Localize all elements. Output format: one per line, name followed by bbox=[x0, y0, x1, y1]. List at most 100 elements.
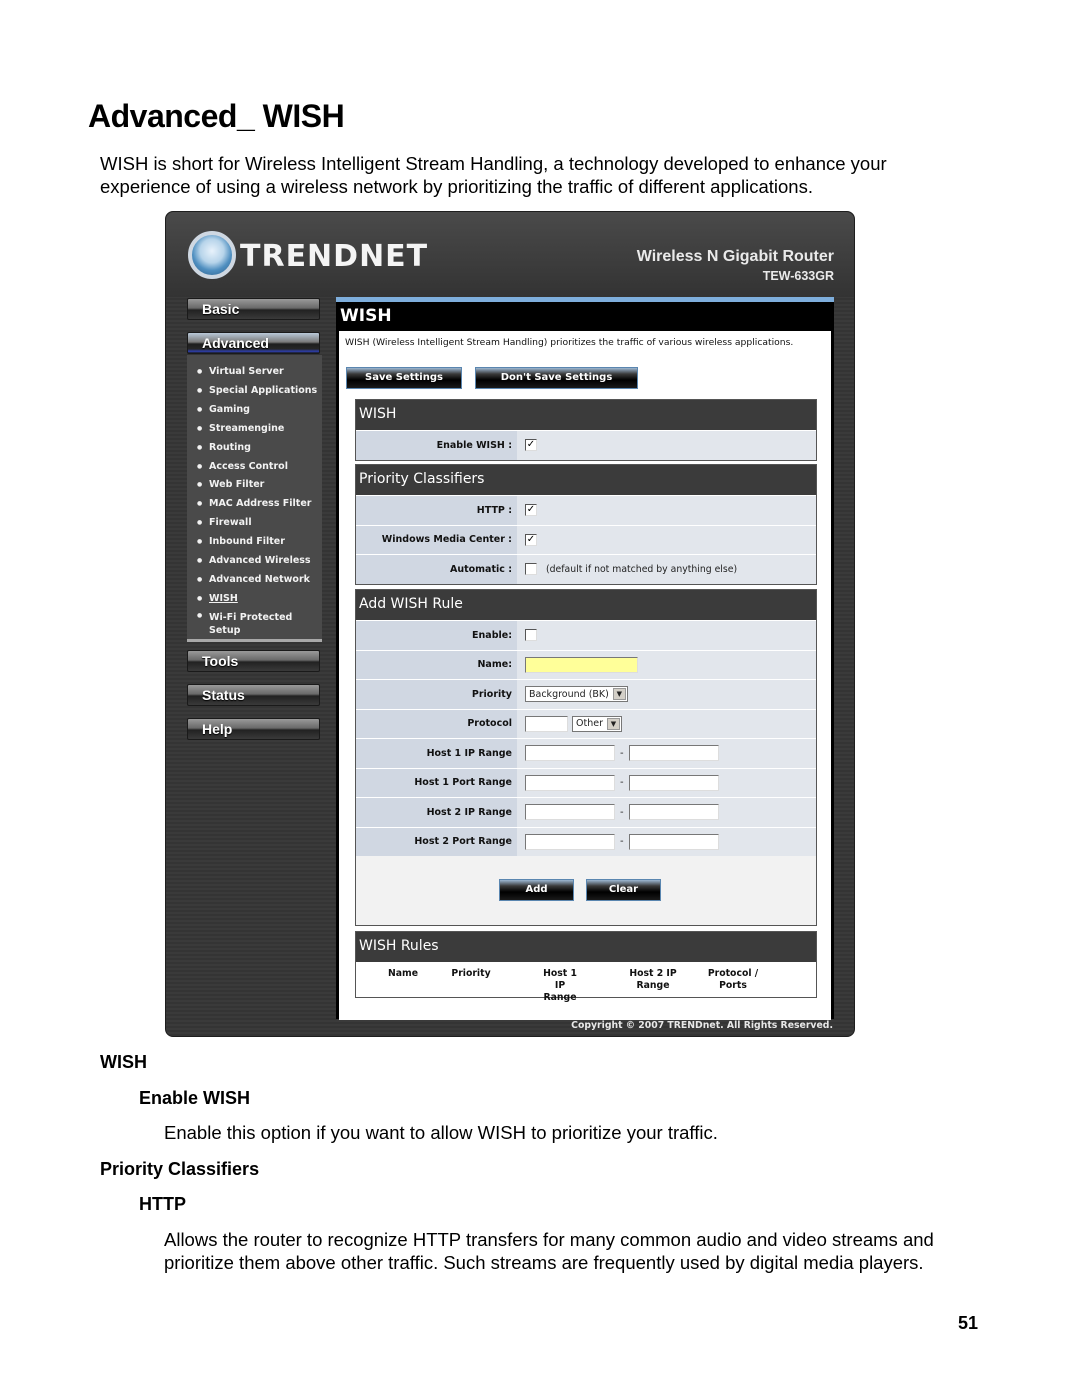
range-label: Host 1 IP Range bbox=[356, 739, 517, 768]
page-title: WISH bbox=[340, 306, 392, 326]
range-row: Host 1 Port Range - bbox=[356, 767, 816, 797]
nav-wifi-protected-setup[interactable]: Wi-Fi Protected Setup bbox=[197, 609, 297, 638]
wish-rules-panel: WISH Rules Name Priority Host 1 IP Range… bbox=[355, 931, 817, 1003]
rule-name-row: Name: bbox=[356, 649, 816, 679]
brand-logo-text: TRENDnet bbox=[240, 239, 429, 274]
host1-ip-from-input[interactable] bbox=[525, 745, 615, 762]
subheading-enable-wish: Enable WISH bbox=[139, 1088, 251, 1108]
nav-tools[interactable]: Tools bbox=[187, 650, 320, 672]
add-wish-rule-title: Add WISH Rule bbox=[356, 590, 816, 620]
dropdown-arrow-icon[interactable]: ▼ bbox=[606, 717, 620, 730]
col-host2-ip-range: Host 2 IP Range bbox=[629, 968, 677, 991]
document-intro: WISH is short for Wireless Intelligent S… bbox=[100, 153, 887, 197]
section-heading-wish: WISH bbox=[100, 1052, 147, 1072]
nav-status[interactable]: Status bbox=[187, 684, 320, 706]
col-host1-ip-range: Host 1 IP Range bbox=[543, 968, 577, 1003]
range-label: Host 2 Port Range bbox=[356, 827, 517, 856]
router-screenshot: TRENDnet Wireless N Gigabit Router TEW-6… bbox=[165, 211, 855, 1037]
nav-inbound-filter[interactable]: Inbound Filter bbox=[197, 533, 322, 552]
col-name: Name bbox=[387, 968, 419, 979]
add-button[interactable]: Add bbox=[499, 879, 574, 901]
nav-help[interactable]: Help bbox=[187, 718, 320, 740]
host1-ip-to-input[interactable] bbox=[628, 745, 719, 762]
rule-priority-row: Priority Background (BK) ▼ bbox=[356, 679, 816, 709]
router-header: TRENDnet Wireless N Gigabit Router TEW-6… bbox=[166, 212, 854, 297]
trendnet-globe-logo-icon bbox=[188, 231, 236, 279]
host2-port-to-input[interactable] bbox=[628, 833, 719, 850]
copyright-text: Copyright © 2007 TRENDnet. All Rights Re… bbox=[571, 1020, 833, 1031]
page-number: 51 bbox=[957, 1313, 978, 1333]
product-model: TEW-633GR bbox=[762, 269, 834, 283]
range-separator: - bbox=[620, 836, 624, 848]
main-body: WISH (Wireless Intelligent Stream Handli… bbox=[339, 331, 831, 1020]
nav-routing[interactable]: Routing bbox=[197, 439, 322, 458]
nav-advanced-network[interactable]: Advanced Network bbox=[197, 571, 322, 590]
section-heading-priority-classifiers: Priority Classifiers bbox=[100, 1159, 260, 1179]
nav-advanced[interactable]: Advanced bbox=[187, 332, 320, 354]
classifier-label: Windows Media Center : bbox=[356, 525, 517, 554]
automatic-note: (default if not matched by anything else… bbox=[546, 563, 738, 575]
nav-streamengine[interactable]: Streamengine bbox=[197, 420, 322, 439]
nav-web-filter[interactable]: Web Filter bbox=[197, 476, 322, 495]
nav-virtual-server[interactable]: Virtual Server bbox=[197, 363, 322, 382]
nav-gaming[interactable]: Gaming bbox=[197, 401, 322, 420]
enable-wish-row: Enable WISH : ✓ bbox=[356, 430, 816, 460]
subheading-http: HTTP bbox=[139, 1194, 186, 1214]
nav-wish[interactable]: WISH bbox=[197, 590, 322, 609]
protocol-select[interactable]: Other ▼ bbox=[572, 715, 622, 732]
protocol-selected-value: Other bbox=[576, 718, 603, 730]
automatic-checkbox[interactable] bbox=[525, 563, 537, 576]
rule-protocol-row: Protocol Other ▼ bbox=[356, 708, 816, 738]
nav-access-control[interactable]: Access Control bbox=[197, 458, 322, 477]
priority-classifiers-panel: Priority Classifiers HTTP : ✓ Windows Me… bbox=[355, 464, 817, 585]
classifier-label: HTTP : bbox=[356, 496, 517, 525]
wish-panel: WISH Enable WISH : ✓ bbox=[355, 399, 817, 461]
rule-name-label: Name: bbox=[356, 650, 517, 679]
range-separator: - bbox=[620, 777, 624, 789]
range-label: Host 2 IP Range bbox=[356, 798, 517, 827]
http-checkbox[interactable]: ✓ bbox=[525, 504, 537, 517]
wish-panel-title: WISH bbox=[356, 400, 816, 430]
rule-enable-checkbox[interactable] bbox=[525, 629, 537, 642]
nav-firewall[interactable]: Firewall bbox=[197, 514, 322, 533]
nav-special-applications[interactable]: Special Applications bbox=[197, 382, 322, 401]
range-row: Host 2 Port Range - bbox=[356, 826, 816, 856]
classifier-row-automatic: Automatic : (default if not matched by a… bbox=[356, 554, 816, 584]
windows-media-center-checkbox[interactable]: ✓ bbox=[525, 533, 537, 546]
host2-ip-to-input[interactable] bbox=[628, 804, 719, 821]
host2-ip-from-input[interactable] bbox=[525, 804, 615, 821]
page-description: WISH (Wireless Intelligent Stream Handli… bbox=[345, 337, 794, 348]
priority-select[interactable]: Background (BK) ▼ bbox=[525, 686, 628, 703]
col-priority: Priority bbox=[451, 968, 491, 979]
rule-priority-label: Priority bbox=[356, 680, 517, 709]
product-name: Wireless N Gigabit Router bbox=[636, 248, 834, 265]
range-label: Host 1 Port Range bbox=[356, 768, 517, 797]
protocol-number-input[interactable] bbox=[525, 715, 568, 732]
priority-selected-value: Background (BK) bbox=[529, 688, 609, 700]
host1-port-from-input[interactable] bbox=[525, 774, 615, 791]
nav-basic[interactable]: Basic bbox=[187, 298, 320, 320]
enable-wish-label: Enable WISH : bbox=[356, 431, 517, 460]
nav-mac-address-filter[interactable]: MAC Address Filter bbox=[197, 495, 322, 514]
advanced-submenu: Virtual Server Special Applications Gami… bbox=[187, 355, 322, 642]
dropdown-arrow-icon[interactable]: ▼ bbox=[612, 688, 626, 701]
range-row: Host 1 IP Range - bbox=[356, 738, 816, 768]
document-title: Advanced_ WISH bbox=[88, 98, 345, 134]
col-protocol-ports: Protocol / Ports bbox=[707, 968, 759, 991]
wish-rules-title: WISH Rules bbox=[356, 932, 816, 962]
rule-name-input[interactable] bbox=[525, 656, 638, 673]
http-description: Allows the router to recognize HTTP tran… bbox=[164, 1229, 934, 1273]
host2-port-from-input[interactable] bbox=[525, 833, 615, 850]
range-separator: - bbox=[620, 806, 624, 818]
clear-button[interactable]: Clear bbox=[586, 879, 661, 901]
rule-enable-row: Enable: bbox=[356, 620, 816, 650]
save-settings-button[interactable]: Save Settings bbox=[346, 367, 462, 389]
wish-rules-header-row: Name Priority Host 1 IP Range Host 2 IP … bbox=[356, 962, 816, 1003]
nav-advanced-wireless[interactable]: Advanced Wireless bbox=[197, 552, 322, 571]
dont-save-settings-button[interactable]: Don't Save Settings bbox=[475, 367, 638, 389]
host1-port-to-input[interactable] bbox=[628, 774, 719, 791]
main-content: WISH WISH (Wireless Intelligent Stream H… bbox=[336, 297, 834, 1020]
classifier-label: Automatic : bbox=[356, 555, 517, 584]
rule-enable-label: Enable: bbox=[356, 621, 517, 650]
enable-wish-checkbox[interactable]: ✓ bbox=[525, 439, 537, 452]
